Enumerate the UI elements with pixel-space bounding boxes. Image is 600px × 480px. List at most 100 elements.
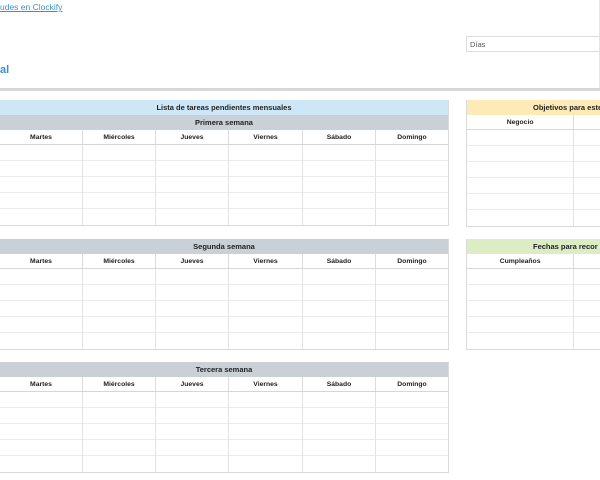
grid-cell[interactable] — [467, 130, 574, 146]
grid-cell[interactable] — [229, 285, 302, 301]
grid-cell[interactable] — [83, 145, 155, 161]
grid-cell[interactable] — [0, 161, 82, 177]
grid-cell[interactable] — [0, 456, 82, 472]
grid-cell[interactable] — [156, 209, 228, 225]
grid-cell[interactable] — [0, 285, 82, 301]
grid-cell[interactable] — [83, 456, 155, 472]
grid-cell[interactable] — [467, 178, 574, 194]
grid-cell[interactable] — [467, 333, 573, 349]
grid-cell[interactable] — [376, 209, 448, 225]
grid-cell[interactable] — [0, 301, 82, 317]
grid-cell[interactable] — [229, 392, 302, 408]
grid-cell[interactable] — [156, 177, 228, 193]
grid-cell[interactable] — [303, 456, 375, 472]
grid-cell[interactable] — [574, 333, 600, 349]
grid-cell[interactable] — [467, 210, 573, 226]
grid-cell[interactable] — [229, 456, 302, 472]
grid-cell[interactable] — [574, 317, 600, 333]
grid-cell[interactable] — [376, 301, 448, 317]
grid-cell[interactable] — [574, 194, 600, 210]
grid-cell[interactable] — [156, 317, 228, 333]
grid-cell[interactable] — [229, 301, 302, 317]
grid-cell[interactable] — [83, 161, 155, 177]
grid-cell[interactable] — [467, 269, 574, 285]
grid-cell[interactable] — [574, 130, 600, 146]
grid-cell[interactable] — [376, 440, 448, 456]
grid-cell[interactable] — [0, 145, 82, 161]
grid-cell[interactable] — [467, 146, 574, 162]
grid-cell[interactable] — [83, 209, 155, 225]
grid-cell[interactable] — [229, 424, 302, 440]
grid-cell[interactable] — [574, 162, 600, 178]
grid-cell[interactable] — [303, 161, 375, 177]
grid-cell[interactable] — [574, 210, 600, 226]
grid-cell[interactable] — [303, 392, 375, 408]
grid-cell[interactable] — [303, 209, 375, 225]
grid-cell[interactable] — [83, 392, 155, 408]
grid-cell[interactable] — [467, 194, 574, 210]
grid-cell[interactable] — [0, 392, 82, 408]
grid-cell[interactable] — [303, 333, 375, 349]
grid-cell[interactable] — [229, 145, 302, 161]
grid-cell[interactable] — [376, 333, 448, 349]
grid-cell[interactable] — [156, 456, 228, 472]
grid-cell[interactable] — [156, 424, 228, 440]
grid-cell[interactable] — [376, 269, 448, 285]
grid-cell[interactable] — [229, 177, 302, 193]
grid-cell[interactable] — [156, 301, 228, 317]
grid-cell[interactable] — [83, 269, 155, 285]
grid-cell[interactable] — [376, 317, 448, 333]
grid-cell[interactable] — [376, 285, 448, 301]
grid-cell[interactable] — [303, 193, 375, 209]
grid-cell[interactable] — [376, 408, 448, 424]
grid-cell[interactable] — [83, 193, 155, 209]
grid-cell[interactable] — [467, 285, 574, 301]
grid-cell[interactable] — [83, 440, 155, 456]
grid-cell[interactable] — [376, 145, 448, 161]
grid-cell[interactable] — [0, 440, 82, 456]
grid-cell[interactable] — [0, 424, 82, 440]
grid-cell[interactable] — [376, 424, 448, 440]
grid-cell[interactable] — [83, 424, 155, 440]
grid-cell[interactable] — [303, 269, 375, 285]
grid-cell[interactable] — [156, 269, 228, 285]
grid-cell[interactable] — [229, 269, 302, 285]
grid-cell[interactable] — [229, 161, 302, 177]
clockify-link[interactable]: udes en Clockify — [0, 2, 62, 12]
grid-cell[interactable] — [83, 285, 155, 301]
grid-cell[interactable] — [574, 178, 600, 194]
grid-cell[interactable] — [467, 317, 574, 333]
grid-cell[interactable] — [0, 317, 82, 333]
grid-cell[interactable] — [376, 161, 448, 177]
grid-cell[interactable] — [303, 301, 375, 317]
grid-cell[interactable] — [376, 193, 448, 209]
grid-cell[interactable] — [574, 269, 600, 285]
grid-cell[interactable] — [303, 424, 375, 440]
grid-cell[interactable] — [83, 301, 155, 317]
grid-cell[interactable] — [303, 408, 375, 424]
grid-cell[interactable] — [467, 301, 574, 317]
grid-cell[interactable] — [83, 317, 155, 333]
grid-cell[interactable] — [0, 269, 82, 285]
grid-cell[interactable] — [574, 285, 600, 301]
grid-cell[interactable] — [0, 209, 82, 225]
grid-cell[interactable] — [574, 146, 600, 162]
grid-cell[interactable] — [83, 408, 155, 424]
grid-cell[interactable] — [303, 177, 375, 193]
grid-cell[interactable] — [156, 161, 228, 177]
days-field[interactable]: Días — [466, 36, 600, 52]
grid-cell[interactable] — [83, 333, 155, 349]
grid-cell[interactable] — [303, 145, 375, 161]
grid-cell[interactable] — [83, 177, 155, 193]
grid-cell[interactable] — [229, 209, 302, 225]
grid-cell[interactable] — [156, 285, 228, 301]
grid-cell[interactable] — [376, 456, 448, 472]
grid-cell[interactable] — [156, 193, 228, 209]
grid-cell[interactable] — [229, 193, 302, 209]
grid-cell[interactable] — [229, 440, 302, 456]
grid-cell[interactable] — [229, 408, 302, 424]
grid-cell[interactable] — [574, 301, 600, 317]
grid-cell[interactable] — [156, 408, 228, 424]
grid-cell[interactable] — [229, 317, 302, 333]
grid-cell[interactable] — [156, 440, 228, 456]
